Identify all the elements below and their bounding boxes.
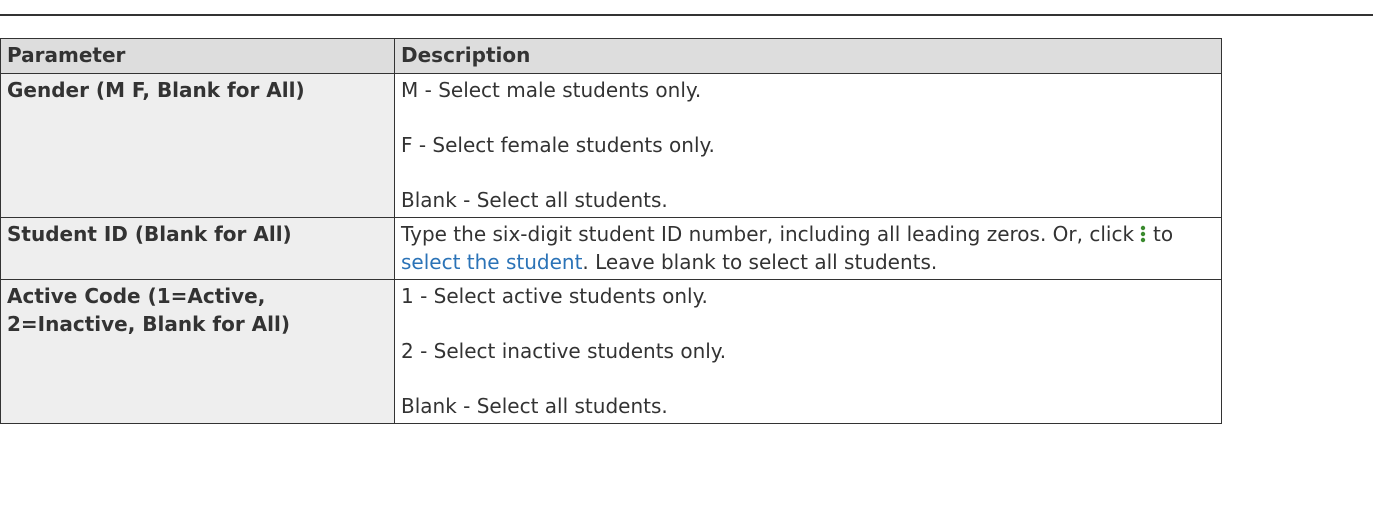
description-line: Blank - Select all students. (401, 188, 668, 212)
parameter-student-id: Student ID (Blank for All) (0, 217, 395, 280)
header-description: Description (394, 38, 1222, 74)
description-line: 1 - Select active students only. (401, 284, 708, 308)
description-text: . Leave blank to select all students. (582, 250, 938, 274)
select-student-link[interactable]: select the student (401, 250, 582, 274)
description-student-id: Type the six-digit student ID number, in… (394, 217, 1222, 280)
vertical-ellipsis-icon[interactable] (1138, 222, 1148, 243)
table-header-row: Parameter Description (0, 38, 1222, 74)
description-text: Type the six-digit student ID number, in… (401, 222, 1135, 246)
description-text: to (1153, 222, 1174, 246)
description-gender: M - Select male students only. F - Selec… (394, 73, 1222, 218)
description-line: M - Select male students only. (401, 78, 702, 102)
parameter-label: 2=Inactive, Blank for All) (7, 312, 290, 336)
header-parameter: Parameter (0, 38, 395, 74)
description-line: 2 - Select inactive students only. (401, 339, 727, 363)
table-row: Gender (M F, Blank for All) M - Select m… (0, 73, 1222, 218)
parameter-label: Active Code (1=Active, (7, 284, 266, 308)
parameter-active-code: Active Code (1=Active, 2=Inactive, Blank… (0, 279, 395, 424)
description-line: Blank - Select all students. (401, 394, 668, 418)
parameter-gender: Gender (M F, Blank for All) (0, 73, 395, 218)
parameters-table: Parameter Description Gender (M F, Blank… (0, 38, 1222, 424)
description-active-code: 1 - Select active students only. 2 - Sel… (394, 279, 1222, 424)
section-divider (0, 14, 1373, 16)
description-line: F - Select female students only. (401, 133, 715, 157)
table-row: Student ID (Blank for All) Type the six-… (0, 217, 1222, 280)
table-row: Active Code (1=Active, 2=Inactive, Blank… (0, 279, 1222, 424)
